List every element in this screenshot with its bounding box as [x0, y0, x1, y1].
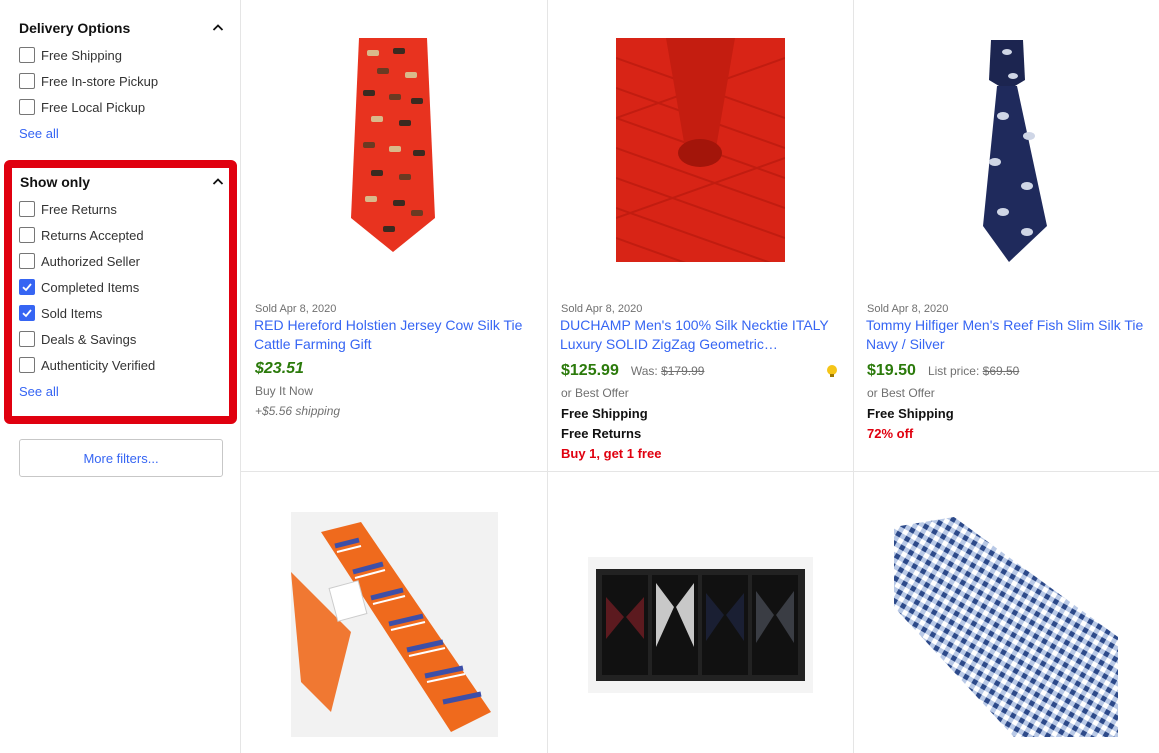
discount-label: 72% off: [867, 426, 914, 441]
filter-completed-items[interactable]: Completed Items: [19, 277, 139, 297]
filter-free-returns[interactable]: Free Returns: [19, 199, 117, 219]
checkbox-checked[interactable]: [19, 279, 35, 295]
checkbox[interactable]: [19, 201, 35, 217]
filter-sold-items[interactable]: Sold Items: [19, 303, 102, 323]
buy-it-now-label: Buy It Now: [255, 384, 314, 398]
lightbulb-icon: [827, 365, 837, 377]
filter-returns-accepted[interactable]: Returns Accepted: [19, 225, 144, 245]
more-filters-button[interactable]: More filters...: [19, 439, 223, 477]
chevron-up-icon[interactable]: [212, 22, 224, 34]
show-only-see-all-link[interactable]: See all: [19, 384, 59, 399]
filter-sidebar: Delivery Options Free Shipping Free In-s…: [0, 0, 241, 753]
item-image-orange-striped-tie[interactable]: [291, 512, 498, 737]
delivery-options-title: Delivery Options: [19, 20, 131, 36]
checkbox[interactable]: [19, 253, 35, 269]
free-shipping-label: Free Shipping: [867, 406, 954, 421]
best-offer-label: or Best Offer: [867, 386, 935, 400]
item-price: $125.99: [561, 362, 619, 379]
grid-divider: [853, 0, 854, 753]
filter-free-local-pickup[interactable]: Free Local Pickup: [19, 97, 145, 117]
filter-free-instore-pickup[interactable]: Free In-store Pickup: [19, 71, 158, 91]
checkbox[interactable]: [19, 331, 35, 347]
checkmark-icon: [22, 283, 32, 292]
list-price: List price: $69.50: [927, 364, 1020, 378]
checkmark-icon: [22, 309, 32, 318]
grid-divider: [547, 0, 548, 753]
checkbox-checked[interactable]: [19, 305, 35, 321]
checkbox[interactable]: [19, 73, 35, 89]
price-row: $23.51: [255, 360, 304, 378]
free-returns-label: Free Returns: [561, 426, 642, 441]
filter-free-shipping[interactable]: Free Shipping: [19, 45, 122, 65]
price-row: $125.99 Was: $179.99: [561, 362, 704, 380]
price-row: $19.50 List price: $69.50: [867, 362, 1019, 380]
promo-label: Buy 1, get 1 free: [561, 446, 662, 461]
chevron-up-icon[interactable]: [212, 176, 224, 188]
filter-deals-savings[interactable]: Deals & Savings: [19, 329, 136, 349]
was-price: Was: $179.99: [630, 364, 705, 378]
sold-date: Sold Apr 8, 2020: [561, 303, 643, 315]
filter-authorized-seller[interactable]: Authorized Seller: [19, 251, 140, 271]
best-offer-label: or Best Offer: [561, 386, 629, 400]
item-title-link[interactable]: DUCHAMP Men's 100% Silk Necktie ITALY Lu…: [560, 316, 842, 354]
item-image-navy-fish-tie[interactable]: [963, 40, 1051, 262]
shipping-cost: +$5.56 shipping: [255, 404, 341, 418]
delivery-see-all-link[interactable]: See all: [19, 126, 59, 141]
item-title-link[interactable]: RED Hereford Holstien Jersey Cow Silk Ti…: [254, 316, 534, 354]
item-price: $23.51: [255, 360, 304, 377]
checkbox[interactable]: [19, 99, 35, 115]
sold-date: Sold Apr 8, 2020: [255, 303, 337, 315]
item-title-link[interactable]: Tommy Hilfiger Men's Reef Fish Slim Silk…: [866, 316, 1151, 354]
item-image-bowtie-set[interactable]: [588, 557, 813, 693]
show-only-header[interactable]: Show only: [20, 172, 224, 192]
show-only-title: Show only: [20, 174, 90, 190]
item-image-blue-check-tie[interactable]: [894, 517, 1118, 737]
delivery-options-header[interactable]: Delivery Options: [19, 18, 224, 38]
sold-date: Sold Apr 8, 2020: [867, 303, 949, 315]
item-image-red-cow-tie[interactable]: [349, 38, 437, 252]
checkbox[interactable]: [19, 227, 35, 243]
grid-divider: [241, 471, 1159, 472]
item-image-red-silk-tie[interactable]: [616, 38, 785, 262]
filter-authenticity-verified[interactable]: Authenticity Verified: [19, 355, 155, 375]
checkbox[interactable]: [19, 357, 35, 373]
free-shipping-label: Free Shipping: [561, 406, 648, 421]
checkbox[interactable]: [19, 47, 35, 63]
item-price: $19.50: [867, 362, 916, 379]
